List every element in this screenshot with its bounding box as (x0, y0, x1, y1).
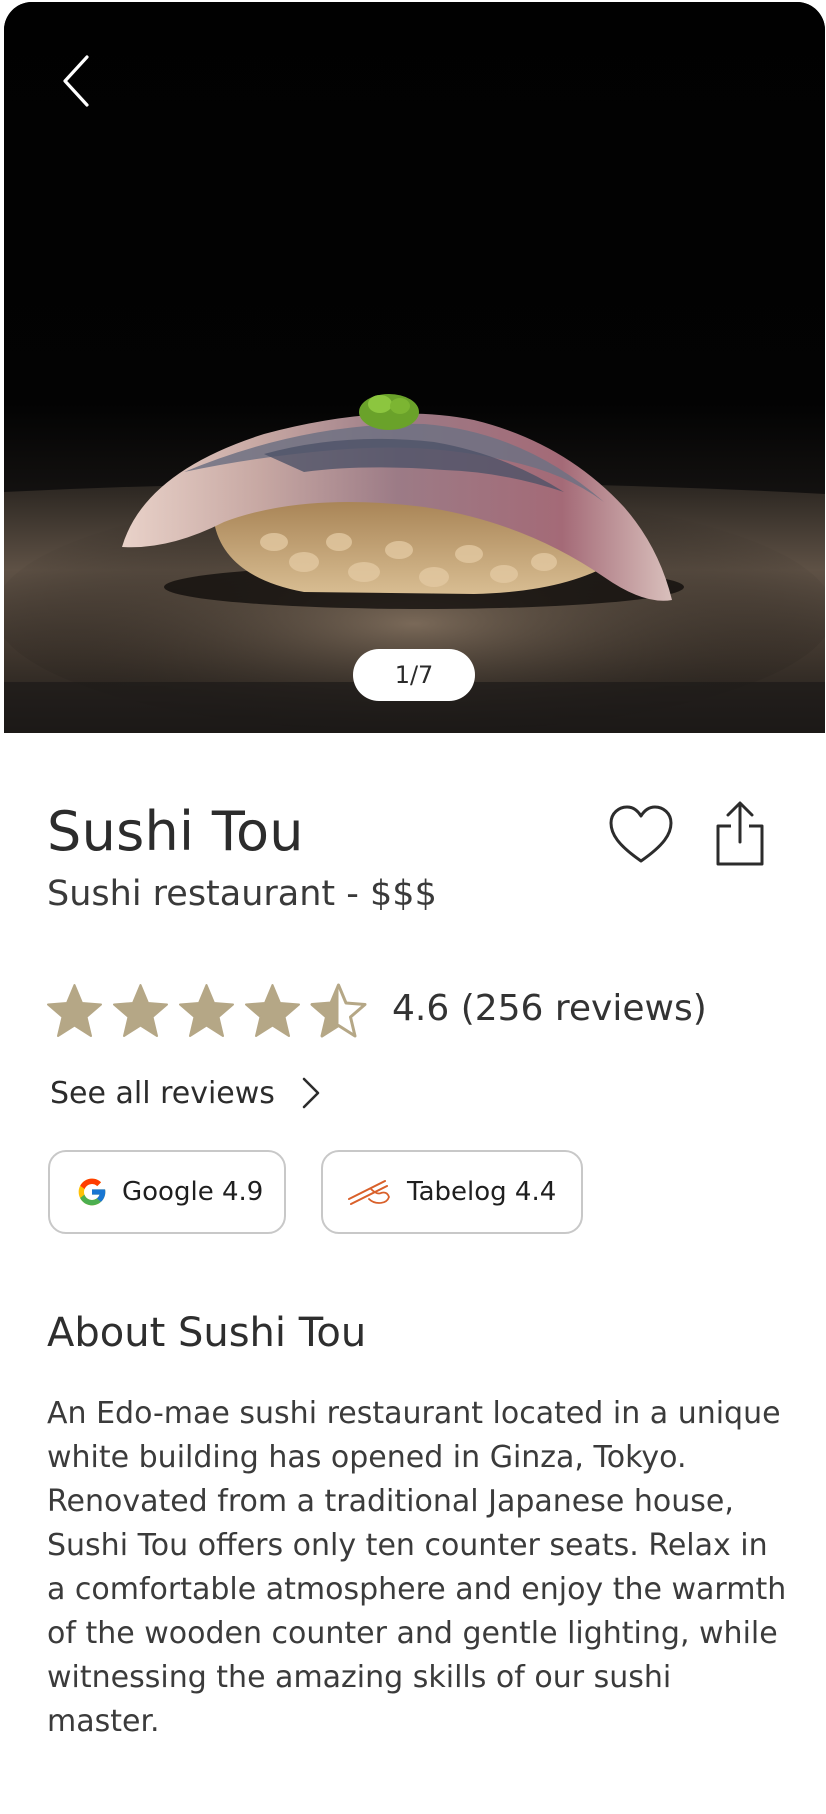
google-logo-icon (78, 1178, 106, 1206)
favorite-button[interactable] (608, 804, 674, 866)
google-rating-label: Google 4.9 (122, 1177, 264, 1207)
star-full-icon (113, 984, 168, 1037)
sushi-photo (4, 2, 825, 733)
about-description: An Edo-mae sushi restaurant located in a… (47, 1396, 787, 1739)
google-rating-chip[interactable]: Google 4.9 (48, 1150, 286, 1234)
chevron-right-icon (302, 1077, 320, 1109)
about-heading: About Sushi Tou (47, 1310, 367, 1356)
tabelog-rating-chip[interactable]: Tabelog 4.4 (321, 1150, 583, 1234)
see-all-reviews-link[interactable]: See all reviews (50, 1071, 321, 1115)
back-button[interactable] (48, 46, 104, 116)
see-all-reviews-label: See all reviews (50, 1075, 275, 1111)
restaurant-name: Sushi Tou (47, 800, 304, 863)
star-full-icon (47, 984, 102, 1037)
rating-summary: 4.6 (256 reviews) (392, 988, 707, 1029)
star-rating (46, 983, 367, 1039)
tabelog-rating-label: Tabelog 4.4 (407, 1177, 557, 1207)
star-full-icon (179, 984, 234, 1037)
chopsticks-icon (348, 1180, 390, 1205)
share-icon (716, 801, 764, 866)
photo-counter: 1/7 (353, 649, 475, 701)
star-full-icon (245, 984, 300, 1037)
restaurant-subtitle: Sushi restaurant - $$$ (47, 874, 437, 914)
share-button[interactable] (714, 800, 766, 868)
star-half-icon (310, 983, 367, 1038)
chevron-left-icon (63, 55, 89, 107)
hero-image[interactable]: 1/7 (4, 2, 825, 733)
heart-outline-icon (609, 805, 673, 863)
